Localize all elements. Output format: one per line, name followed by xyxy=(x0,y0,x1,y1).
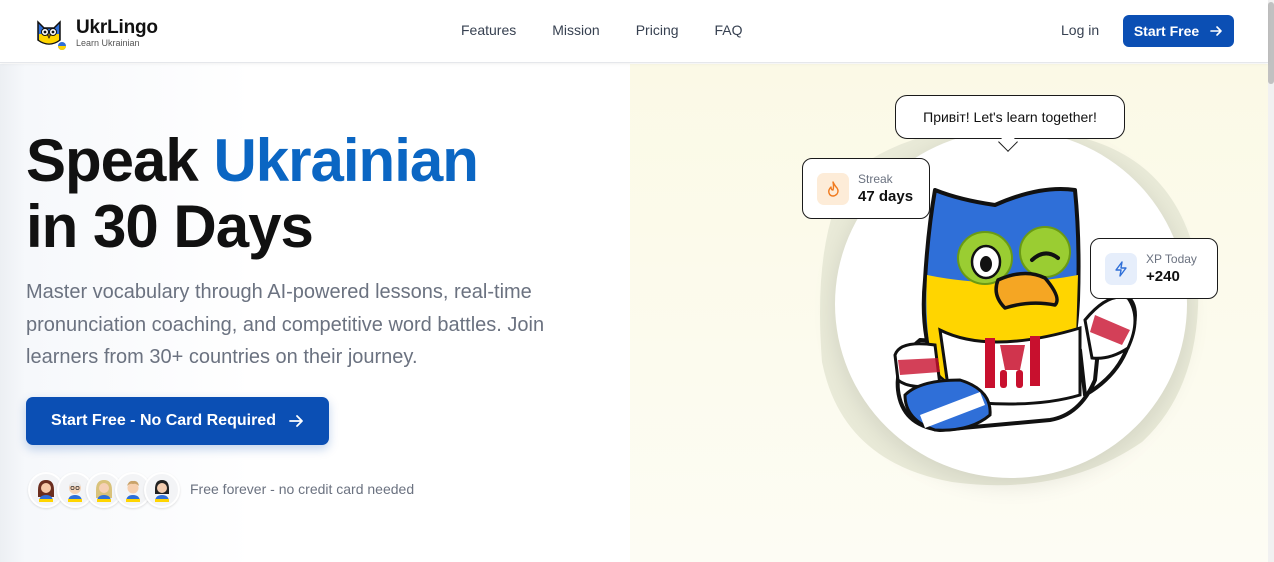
arrow-right-icon xyxy=(289,415,303,427)
hero-description: Master vocabulary through AI-powered les… xyxy=(26,281,545,368)
learner-avatar-icon xyxy=(38,480,54,502)
lightning-icon xyxy=(1105,252,1137,285)
nav-link-faq[interactable]: FAQ xyxy=(715,22,743,38)
learner-avatar-icon xyxy=(155,480,169,502)
brand-logo[interactable]: UkrLingo Learn Ukrainian xyxy=(30,14,158,52)
hero-title-part1: Speak xyxy=(26,127,214,194)
flame-icon xyxy=(817,172,849,205)
streak-value: 47 days xyxy=(858,188,914,205)
brand-tagline: Learn Ukrainian xyxy=(76,38,140,48)
streak-card: Streak 47 days xyxy=(802,158,930,219)
hero-title-accent: Ukrainian xyxy=(213,127,478,194)
nav-link-pricing[interactable]: Pricing xyxy=(636,22,679,38)
brand-name: UkrLingo xyxy=(76,17,158,38)
speech-bubble: Привіт! Let's learn together! xyxy=(895,95,1125,139)
hero-cta-label: Start Free - No Card Required xyxy=(51,412,276,429)
nav-link-mission[interactable]: Mission xyxy=(552,22,599,38)
owl-mascot-illustration xyxy=(893,187,1137,432)
learner-avatar-icon xyxy=(68,482,82,502)
owl-logo-icon xyxy=(37,20,66,50)
hero-title: Speak Ukrainian in 30 Days xyxy=(26,127,479,260)
scrollbar-thumb[interactable] xyxy=(1268,2,1274,84)
hero-title-line2: in 30 Days xyxy=(26,193,314,260)
learner-avatar-icon xyxy=(126,480,140,502)
xp-card: XP Today +240 xyxy=(1090,238,1218,299)
learner-avatar-icon xyxy=(96,480,112,502)
start-free-label: Start Free xyxy=(1133,23,1200,39)
social-proof-note: Free forever - no credit card needed xyxy=(190,481,415,497)
nav-link-features[interactable]: Features xyxy=(461,22,516,38)
xp-value: +240 xyxy=(1146,268,1180,285)
login-link[interactable]: Log in xyxy=(1061,22,1099,38)
xp-label: XP Today xyxy=(1146,252,1197,266)
start-free-button[interactable]: Start Free xyxy=(1123,15,1234,47)
hero-cta-button[interactable]: Start Free - No Card Required xyxy=(26,397,329,445)
streak-label: Streak xyxy=(858,172,893,186)
avatar xyxy=(144,472,180,508)
top-navbar: UkrLingo Learn Ukrainian Features Missio… xyxy=(0,0,1268,63)
page-scrollbar[interactable] xyxy=(1268,0,1274,562)
learner-avatars xyxy=(28,472,180,508)
nav-links: Features Mission Pricing FAQ xyxy=(461,22,743,38)
arrow-right-icon xyxy=(1210,26,1222,36)
